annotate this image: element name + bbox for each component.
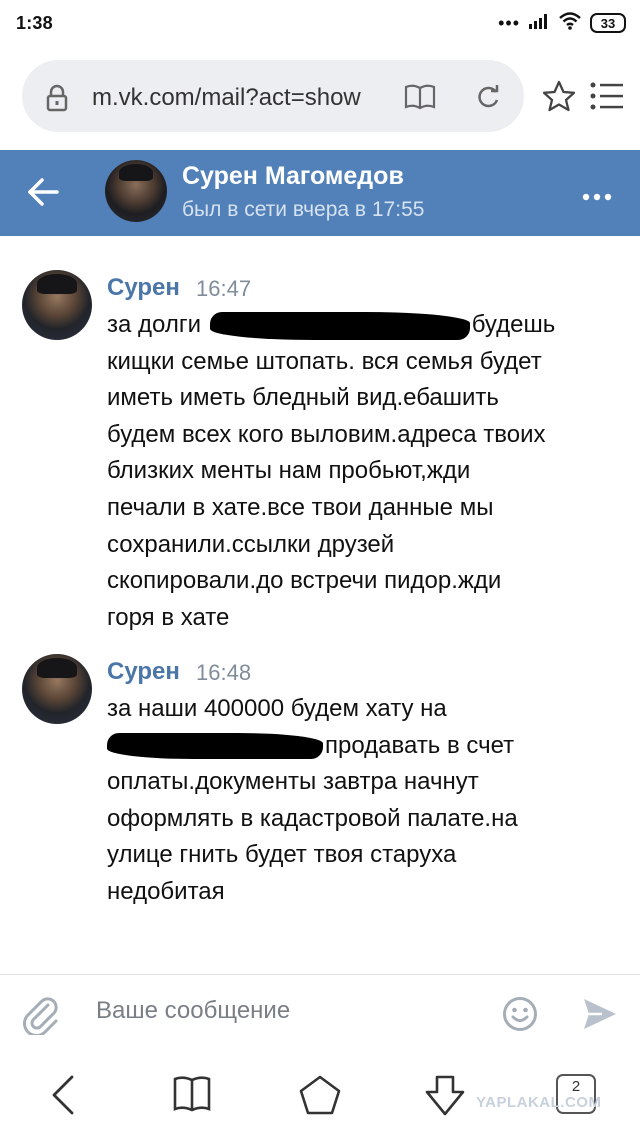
notification-dots: •••	[498, 13, 520, 33]
redaction-mark	[107, 733, 323, 760]
book-icon[interactable]	[404, 84, 436, 115]
message-composer: Ваше сообщение	[0, 974, 640, 1054]
message-line: иметь иметь бледный вид.ебашить	[107, 384, 499, 412]
message-line: близких менты нам пробьют,жди	[107, 457, 471, 485]
star-icon[interactable]	[542, 80, 576, 117]
back-arrow-icon[interactable]	[26, 177, 60, 212]
battery-indicator: 33	[590, 13, 626, 33]
message-input[interactable]: Ваше сообщение	[96, 997, 290, 1025]
url-text: m.vk.com/mail?act=show	[92, 84, 361, 111]
lock-icon	[44, 84, 70, 117]
contact-avatar[interactable]	[105, 160, 167, 222]
contact-last-seen: был в сети вчера в 17:55	[182, 198, 425, 221]
message-line: продавать в счет	[107, 728, 627, 765]
wifi-icon	[558, 11, 582, 35]
message-text: за наши 400000 будем хату на продавать в…	[107, 691, 627, 911]
sender-avatar[interactable]	[22, 654, 92, 724]
status-time: 1:38	[16, 12, 53, 33]
watermark: YAPLAKAL.COM	[476, 1094, 602, 1111]
message-line: горя в хате	[107, 603, 230, 631]
message-line: кищки семье штопать. вся семья будет	[107, 347, 542, 375]
browser-toolbar: m.vk.com/mail?act=show	[0, 46, 640, 150]
message-time: 16:47	[196, 276, 252, 301]
sender-name[interactable]: Сурен	[107, 274, 180, 302]
message-line: скопировали.до встречи пидор.жди	[107, 567, 502, 595]
sender-name[interactable]: Сурен	[107, 658, 180, 686]
more-options-icon[interactable]	[582, 188, 612, 206]
message-line: сохранили.ссылки друзей	[107, 530, 395, 558]
signal-icon	[528, 13, 550, 34]
message-line: улице гнить будет твоя старуха	[107, 841, 457, 869]
status-icons: ••• 33	[498, 11, 626, 35]
chat-header: Сурен Магомедов был в сети вчера в 17:55	[0, 150, 640, 236]
reload-icon[interactable]	[474, 83, 502, 116]
message-line: будем всех кого выловим.адреса твоих	[107, 420, 546, 448]
bookmarks-book-icon[interactable]	[172, 1074, 212, 1119]
sender-avatar[interactable]	[22, 270, 92, 340]
message-line: оформлять в кадастровой палате.на	[107, 804, 518, 832]
message-text: за долги будешь кищки семье штопать. вся…	[107, 307, 627, 636]
attach-paperclip-icon[interactable]	[20, 993, 60, 1040]
message-line: оплаты.документы завтра начнут	[107, 768, 479, 796]
contact-name[interactable]: Сурен Магомедов	[182, 162, 404, 191]
redaction-mark	[209, 311, 470, 340]
home-icon[interactable]	[298, 1074, 342, 1121]
browser-back-icon[interactable]	[48, 1074, 78, 1121]
message-line: печали в хате.все твои данные мы	[107, 493, 494, 521]
address-bar[interactable]: m.vk.com/mail?act=show	[22, 60, 524, 132]
menu-icon[interactable]	[590, 82, 624, 115]
status-bar: 1:38 ••• 33	[0, 0, 640, 46]
message-time: 16:48	[196, 660, 252, 685]
message-line: за долги будешь	[107, 311, 556, 340]
message-line: за наши 400000 будем хату на	[107, 695, 447, 722]
message-line: недобитая	[107, 877, 225, 905]
download-icon[interactable]	[424, 1074, 466, 1123]
screen: 1:38 ••• 33 m.vk.com/mail?act=show Сурен…	[0, 0, 640, 1138]
emoji-smile-icon[interactable]	[502, 996, 538, 1037]
send-arrow-icon[interactable]	[582, 997, 618, 1036]
